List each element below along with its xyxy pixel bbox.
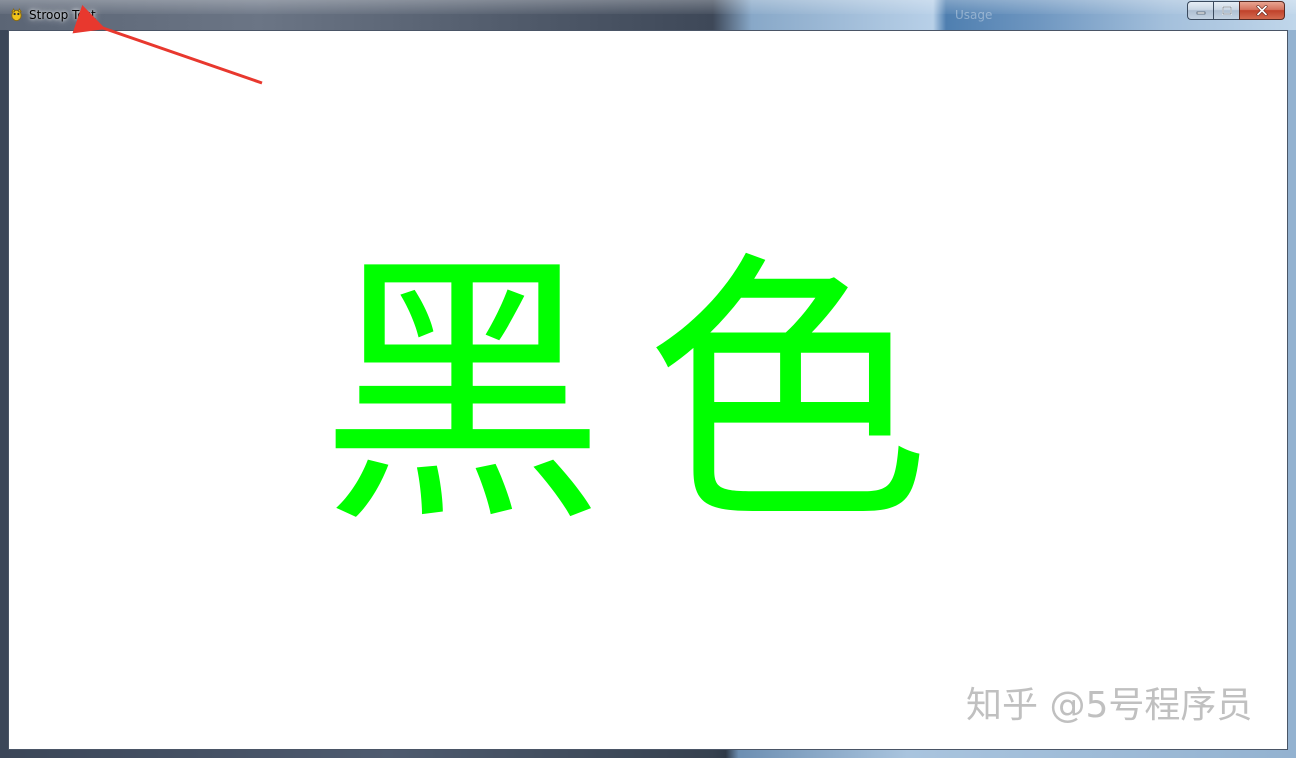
background-window-title: Usage: [955, 8, 993, 22]
maximize-button[interactable]: [1213, 1, 1239, 20]
close-icon: [1256, 5, 1268, 16]
watermark: 知乎 @5号程序员: [966, 685, 1253, 726]
maximize-icon: [1221, 6, 1232, 15]
window-controls: [1187, 1, 1285, 20]
title-bar[interactable]: Stroop Test Usage: [0, 0, 1296, 30]
minimize-icon: [1196, 11, 1205, 14]
minimize-button[interactable]: [1187, 1, 1213, 20]
title-bar-glass: [0, 0, 1296, 14]
close-button[interactable]: [1239, 1, 1285, 20]
window-title: Stroop Test: [29, 8, 96, 22]
app-icon[interactable]: [9, 7, 24, 22]
stroop-stimulus-word: 黑色: [320, 228, 970, 561]
app-window: Stroop Test Usage 黑色 知乎 @5号程序员: [0, 0, 1296, 758]
